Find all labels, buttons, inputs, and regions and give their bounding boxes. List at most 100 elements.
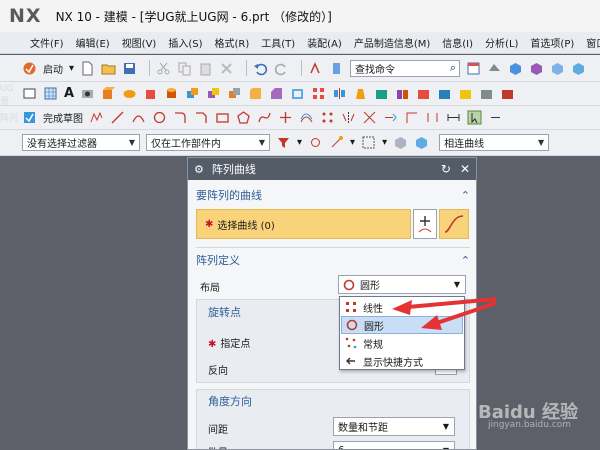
intersect-icon[interactable] <box>227 86 242 101</box>
spline-icon[interactable] <box>257 110 272 125</box>
geometric-constraint-icon[interactable] <box>425 110 440 125</box>
layout-icon[interactable] <box>466 61 481 76</box>
type-filter-select[interactable]: 没有选择过滤器 ▼ <box>22 134 140 151</box>
synchronous-icon[interactable] <box>500 86 515 101</box>
subtract-icon[interactable] <box>206 86 221 101</box>
hole-icon[interactable] <box>80 86 95 101</box>
general-filter-icon[interactable] <box>276 135 291 150</box>
pattern-curve-icon[interactable] <box>320 110 335 125</box>
make-corner-icon[interactable] <box>404 110 419 125</box>
copy-icon[interactable] <box>177 61 192 76</box>
box-select-dropdown-icon[interactable]: ▾ <box>382 137 387 148</box>
reset-icon[interactable]: ↻ <box>441 162 451 176</box>
offset-curve-icon[interactable] <box>299 110 314 125</box>
layout-option-linear[interactable]: 线性 <box>341 298 463 316</box>
selection-scope-select[interactable]: 仅在工作部件内 ▼ <box>146 134 270 151</box>
snap-dropdown-icon[interactable]: ▾ <box>350 137 355 148</box>
menu-analysis[interactable]: 分析(L) <box>479 35 524 50</box>
text-tool-icon[interactable]: A <box>64 86 74 101</box>
mirror-feature-icon[interactable] <box>332 86 347 101</box>
component-cube-icon[interactable] <box>414 135 429 150</box>
curve-rule-select[interactable]: 相连曲线 ▼ <box>439 134 550 151</box>
spacing-select[interactable]: 数量和节距 ▼ <box>333 417 455 436</box>
layout-option-circular[interactable]: 圆形 <box>341 316 463 334</box>
menu-file[interactable]: 文件(F) <box>24 35 70 50</box>
cylinder-icon[interactable] <box>164 86 179 101</box>
definition-section-header[interactable]: 阵列定义 ⌃ <box>196 250 470 270</box>
gear-icon[interactable]: ⚙ <box>194 163 204 176</box>
menu-insert[interactable]: 插入(S) <box>162 35 208 50</box>
open-folder-icon[interactable] <box>101 61 116 76</box>
menu-view[interactable]: 视图(V) <box>116 35 163 50</box>
menu-pmi[interactable]: 产品制造信息(M) <box>348 35 436 50</box>
curves-section-header[interactable]: 要阵列的曲线 ⌃ <box>196 185 470 205</box>
count-input[interactable]: 6 ▼ <box>333 441 455 449</box>
collapse-icon[interactable]: ⌃ <box>461 254 470 267</box>
rectangle-icon[interactable] <box>22 86 37 101</box>
layout-option-general[interactable]: 常规 <box>341 334 463 352</box>
assembly-cube-icon[interactable] <box>393 135 408 150</box>
curve-selection-button[interactable] <box>439 209 469 239</box>
fillet-icon[interactable] <box>173 110 188 125</box>
polygon-icon[interactable] <box>236 110 251 125</box>
relations-icon[interactable] <box>488 110 503 125</box>
mirror-curve-icon[interactable] <box>341 110 356 125</box>
unite-icon[interactable] <box>185 86 200 101</box>
menu-info[interactable]: 信息(I) <box>436 35 479 50</box>
sew-icon[interactable] <box>416 86 431 101</box>
touch-mode-icon[interactable] <box>329 61 344 76</box>
chamfer-curve-icon[interactable] <box>194 110 209 125</box>
start-icon[interactable] <box>22 61 37 76</box>
line-icon[interactable] <box>110 110 125 125</box>
view-cube-icon[interactable] <box>508 61 523 76</box>
menu-edit[interactable]: 编辑(E) <box>70 35 116 50</box>
command-search-input[interactable]: 查找命令 ⌕ <box>350 59 461 77</box>
scale-body-icon[interactable] <box>479 86 494 101</box>
layout-select[interactable]: 圆形 ▼ <box>338 275 466 294</box>
close-icon[interactable]: ✕ <box>460 162 470 176</box>
rapid-dimension-icon[interactable] <box>446 110 461 125</box>
point-snap-menu-icon[interactable] <box>329 135 344 150</box>
split-body-icon[interactable] <box>395 86 410 101</box>
quick-trim-icon[interactable] <box>362 110 377 125</box>
filter-dropdown-icon[interactable]: ▾ <box>297 137 302 148</box>
grid-icon[interactable] <box>43 86 58 101</box>
menu-assembly[interactable]: 装配(A) <box>301 35 348 50</box>
snap-point-icon[interactable] <box>308 135 323 150</box>
search-icon[interactable]: ⌕ <box>450 61 456 75</box>
pattern-feature-icon[interactable] <box>311 86 326 101</box>
delete-icon[interactable] <box>219 61 234 76</box>
trim-body-icon[interactable] <box>374 86 389 101</box>
curve-rule-button[interactable] <box>413 209 437 239</box>
render-style-icon[interactable] <box>487 61 502 76</box>
edge-blend-icon[interactable] <box>248 86 263 101</box>
menu-window[interactable]: 窗口 <box>580 35 600 50</box>
profile-icon[interactable] <box>89 110 104 125</box>
repeat-command-icon[interactable] <box>308 61 323 76</box>
block-icon[interactable] <box>143 86 158 101</box>
shaded-cube-icon[interactable] <box>529 61 544 76</box>
rectangle-sketch-icon[interactable] <box>215 110 230 125</box>
draft-icon[interactable] <box>353 86 368 101</box>
box-select-icon[interactable] <box>361 135 376 150</box>
specify-point-label[interactable]: ✱ 指定点 <box>208 335 250 350</box>
select-curve-field[interactable]: ✱ 选择曲线 (0) <box>196 209 411 239</box>
extrude-icon[interactable] <box>101 86 116 101</box>
circle-icon[interactable] <box>152 110 167 125</box>
undo-icon[interactable] <box>253 61 268 76</box>
start-dropdown-icon[interactable]: ▾ <box>69 63 74 74</box>
quick-extend-icon[interactable] <box>383 110 398 125</box>
save-icon[interactable] <box>122 61 137 76</box>
menu-tools[interactable]: 工具(T) <box>255 35 301 50</box>
shell-icon[interactable] <box>290 86 305 101</box>
cut-icon[interactable] <box>156 61 171 76</box>
solid-cube-icon[interactable] <box>571 61 586 76</box>
menu-format[interactable]: 格式(R) <box>209 35 256 50</box>
select-filter-active-icon[interactable] <box>467 110 482 125</box>
chamfer-icon[interactable] <box>269 86 284 101</box>
redo-icon[interactable] <box>274 61 289 76</box>
paste-icon[interactable] <box>198 61 213 76</box>
new-file-icon[interactable] <box>80 61 95 76</box>
show-shortcuts-option[interactable]: 显示快捷方式 <box>341 352 463 370</box>
start-label[interactable]: 启动 <box>43 61 63 76</box>
